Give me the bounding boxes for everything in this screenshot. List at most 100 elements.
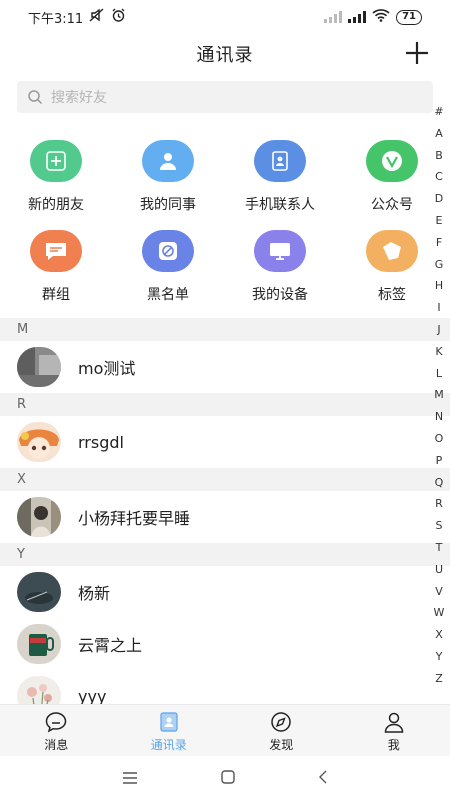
chat-icon (30, 230, 82, 272)
grid-item-blacklist[interactable]: 黑名单 (112, 230, 224, 320)
alphabet-index-letter[interactable]: D (435, 188, 443, 210)
alphabet-index-letter[interactable]: X (435, 624, 443, 646)
status-time: 下午3:11 (28, 11, 84, 27)
alphabet-index-letter[interactable]: S (436, 515, 443, 537)
avatar (17, 624, 61, 664)
search-input[interactable]: 搜索好友 (17, 81, 433, 113)
section-header: R (0, 393, 450, 416)
tab-bar: 消息 通讯录 发现 我 (0, 704, 450, 756)
alphabet-index-letter[interactable]: H (435, 275, 443, 297)
alphabet-index-letter[interactable]: V (435, 581, 443, 603)
system-nav-bar (0, 756, 450, 800)
profile-icon (384, 712, 404, 733)
person-icon (142, 140, 194, 182)
list-item[interactable]: 云霄之上 (0, 618, 450, 670)
block-icon (142, 230, 194, 272)
plus-icon (406, 42, 428, 64)
alphabet-index-letter[interactable]: J (437, 319, 440, 341)
menu-icon[interactable] (122, 769, 138, 788)
alphabet-index-letter[interactable]: I (437, 297, 440, 319)
grid-item-my-devices[interactable]: 我的设备 (224, 230, 336, 320)
mute-icon (89, 8, 105, 26)
grid-label: 手机联系人 (245, 197, 315, 213)
add-button[interactable] (402, 38, 432, 68)
contact-name: 云霄之上 (78, 636, 143, 655)
list-item[interactable]: yyy (0, 670, 450, 704)
page-title: 通讯录 (196, 45, 254, 66)
list-item[interactable]: 杨新 (0, 566, 450, 618)
contact-name: mo测试 (78, 359, 136, 378)
contact-name: 杨新 (78, 584, 111, 603)
list-item[interactable]: mo测试 (0, 341, 450, 393)
grid-label: 标签 (378, 287, 406, 303)
tag-icon (366, 230, 418, 272)
alphabet-index-letter[interactable]: G (435, 254, 444, 276)
function-grid: 新的朋友 我的同事 手机联系人 公众号 群组 黑名单 我的设备 标签 (0, 140, 450, 320)
alphabet-index-letter[interactable]: T (436, 537, 443, 559)
header: 通讯录 (0, 34, 450, 74)
alphabet-index-letter[interactable]: B (435, 145, 443, 167)
grid-item-groups[interactable]: 群组 (0, 230, 112, 320)
avatar (17, 347, 61, 387)
contact-name: rrsgdl (78, 432, 124, 452)
grid-label: 黑名单 (147, 287, 189, 303)
v-icon (366, 140, 418, 182)
alphabet-index-letter[interactable]: A (435, 123, 443, 145)
alphabet-index-letter[interactable]: P (436, 450, 443, 472)
alphabet-index-letter[interactable]: U (435, 559, 443, 581)
section-header: Y (0, 543, 450, 566)
alphabet-index-letter[interactable]: L (436, 363, 442, 385)
alphabet-index-letter[interactable]: Z (435, 668, 443, 690)
tab-discover[interactable]: 发现 (225, 705, 338, 756)
contacts-icon (160, 712, 178, 732)
section-header: X (0, 468, 450, 491)
add-icon (30, 140, 82, 182)
list-item[interactable]: 小杨拜托要早睡 (0, 491, 450, 543)
alphabet-index-letter[interactable]: Y (436, 646, 443, 668)
alarm-icon (111, 8, 126, 27)
grid-label: 我的设备 (252, 287, 308, 303)
compass-icon (271, 712, 291, 732)
grid-item-phone-contacts[interactable]: 手机联系人 (224, 140, 336, 230)
alphabet-index-letter[interactable]: # (434, 101, 443, 123)
tab-label: 发现 (269, 738, 294, 752)
alphabet-index[interactable]: # A B C D E F G H I J K L M N O P Q R S T U V W X Y Z (432, 101, 446, 690)
alphabet-index-letter[interactable]: C (435, 166, 443, 188)
tab-label: 我 (387, 738, 400, 752)
alphabet-index-letter[interactable]: K (435, 341, 442, 363)
alphabet-index-letter[interactable]: M (434, 384, 444, 406)
grid-label: 公众号 (371, 197, 413, 213)
grid-label: 我的同事 (140, 197, 196, 213)
signal-2-icon (348, 11, 367, 23)
alphabet-index-letter[interactable]: O (435, 428, 444, 450)
tab-me[interactable]: 我 (338, 705, 450, 756)
home-icon[interactable] (221, 769, 235, 788)
grid-item-colleagues[interactable]: 我的同事 (112, 140, 224, 230)
tab-contacts[interactable]: 通讯录 (113, 705, 226, 756)
tab-label: 消息 (44, 738, 69, 752)
tab-label: 通讯录 (150, 738, 187, 752)
grid-label: 群组 (42, 287, 70, 303)
search-icon (28, 90, 43, 105)
alphabet-index-letter[interactable]: E (436, 210, 443, 232)
status-bar: 下午3:11 71 (0, 0, 450, 34)
back-icon[interactable] (318, 769, 328, 788)
search-placeholder: 搜索好友 (51, 90, 107, 106)
message-icon (45, 712, 67, 733)
contact-name: 小杨拜托要早睡 (78, 509, 191, 528)
wifi-icon (372, 8, 390, 26)
tab-messages[interactable]: 消息 (0, 705, 113, 756)
list-item[interactable]: rrsgdl (0, 416, 450, 468)
grid-item-new-friends[interactable]: 新的朋友 (0, 140, 112, 230)
alphabet-index-letter[interactable]: W (434, 602, 445, 624)
alphabet-index-letter[interactable]: Q (435, 472, 444, 494)
avatar (17, 422, 61, 462)
battery-icon: 71 (396, 9, 422, 25)
avatar (17, 497, 61, 537)
grid-label: 新的朋友 (28, 197, 84, 213)
alphabet-index-letter[interactable]: N (435, 406, 443, 428)
alphabet-index-letter[interactable]: F (436, 232, 442, 254)
monitor-icon (254, 230, 306, 272)
contact-list[interactable]: M mo测试 R rrsgdl X 小杨拜托要早睡 Y 杨新 云霄之上 yyy (0, 318, 450, 704)
alphabet-index-letter[interactable]: R (435, 493, 443, 515)
